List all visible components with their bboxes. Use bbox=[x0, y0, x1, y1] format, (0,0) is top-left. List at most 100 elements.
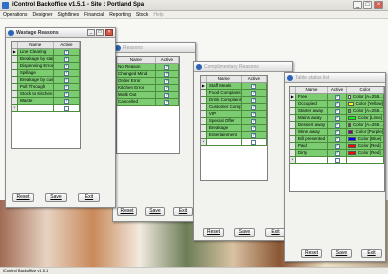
active-checkbox[interactable]: ✓ bbox=[334, 102, 340, 107]
row-name[interactable]: Walk Out bbox=[117, 92, 156, 98]
reasons-window-titlebar[interactable]: Reasons bbox=[113, 43, 195, 53]
row-active[interactable]: ✓ bbox=[53, 98, 80, 104]
exit-button[interactable]: Exit bbox=[173, 207, 193, 216]
new-row-active[interactable] bbox=[328, 157, 347, 163]
new-row[interactable]: * bbox=[290, 157, 384, 164]
new-row-active[interactable] bbox=[241, 139, 267, 145]
column-header-active[interactable]: Active bbox=[242, 76, 267, 82]
active-checkbox[interactable]: ✓ bbox=[334, 116, 340, 121]
row-color[interactable]: Color [A=255... bbox=[346, 94, 384, 100]
table-row[interactable]: ▶ Staff Meals ✓ bbox=[201, 83, 267, 90]
row-color[interactable]: Color [Blue] bbox=[346, 136, 384, 142]
column-header-name[interactable]: Name bbox=[207, 76, 242, 82]
row-active[interactable]: ✓ bbox=[53, 49, 80, 55]
table-row[interactable]: ▶ Free ✓ Color [A=255... bbox=[290, 94, 384, 101]
row-color[interactable]: Color [Red] bbox=[346, 150, 384, 156]
exit-button[interactable]: Exit bbox=[361, 249, 382, 258]
menu-designer[interactable]: Designer bbox=[32, 11, 52, 18]
active-checkbox[interactable]: ✓ bbox=[334, 95, 340, 100]
active-checkbox[interactable]: ✓ bbox=[63, 57, 69, 62]
row-name[interactable]: Dessert away bbox=[295, 122, 329, 128]
row-active[interactable]: ✓ bbox=[241, 83, 267, 89]
new-row[interactable]: * bbox=[12, 105, 80, 112]
row-name[interactable]: Staff Meals bbox=[206, 83, 242, 89]
exit-button[interactable]: Exit bbox=[78, 193, 100, 202]
table-row[interactable]: No Reason ✓ bbox=[117, 64, 179, 71]
save-button[interactable]: Save bbox=[145, 207, 165, 216]
row-active[interactable]: ✓ bbox=[53, 70, 80, 76]
column-header-active[interactable]: Active bbox=[328, 87, 347, 93]
row-name[interactable]: Bill presented bbox=[295, 136, 329, 142]
active-checkbox[interactable]: ✓ bbox=[334, 109, 340, 114]
column-header-active[interactable]: Active bbox=[54, 42, 80, 48]
row-name[interactable]: Dispensing Error bbox=[17, 63, 54, 69]
table-row[interactable]: Drink Complaint ✓ bbox=[201, 97, 267, 104]
table-row[interactable]: Special Offer ✓ bbox=[201, 118, 267, 125]
row-active[interactable]: ✓ bbox=[328, 150, 347, 156]
row-active[interactable]: ✓ bbox=[328, 143, 347, 149]
new-row-name[interactable] bbox=[206, 139, 242, 145]
column-header-name[interactable]: Name bbox=[117, 57, 156, 63]
new-row[interactable]: * bbox=[201, 139, 267, 146]
complimentary-window-titlebar[interactable]: Complimentary Reasons bbox=[194, 62, 292, 72]
row-name[interactable]: Dirty bbox=[295, 150, 329, 156]
row-active[interactable]: ✓ bbox=[155, 92, 179, 98]
row-name[interactable]: Entertainment bbox=[206, 132, 242, 138]
active-checkbox[interactable]: ✓ bbox=[251, 98, 257, 103]
row-active[interactable]: ✓ bbox=[328, 129, 347, 135]
row-name[interactable]: Paid bbox=[295, 143, 329, 149]
table-status-window-titlebar[interactable]: Table status list bbox=[285, 73, 385, 83]
row-name[interactable]: Food Complaint bbox=[206, 90, 242, 96]
new-row-color[interactable] bbox=[346, 157, 384, 163]
table-row[interactable]: Mains away ✓ Color [Lime] bbox=[290, 115, 384, 122]
menu-operations[interactable]: Operations bbox=[3, 11, 27, 18]
active-checkbox[interactable]: ✓ bbox=[251, 105, 257, 110]
active-checkbox[interactable] bbox=[63, 106, 69, 111]
active-checkbox[interactable]: ✓ bbox=[334, 130, 340, 135]
save-button[interactable]: Save bbox=[234, 228, 255, 237]
table-row[interactable]: Food Complaint ✓ bbox=[201, 90, 267, 97]
table-row[interactable]: Changed Mind ✓ bbox=[117, 71, 179, 78]
row-name[interactable]: Free bbox=[295, 94, 329, 100]
table-row[interactable]: Cancelled ✓ bbox=[117, 99, 179, 106]
menu-sightlines[interactable]: Sightlines bbox=[57, 11, 79, 18]
row-active[interactable]: ✓ bbox=[53, 91, 80, 97]
active-checkbox[interactable]: ✓ bbox=[63, 50, 69, 55]
save-button[interactable]: Save bbox=[331, 249, 352, 258]
active-checkbox[interactable]: ✓ bbox=[63, 85, 69, 90]
active-checkbox[interactable]: ✓ bbox=[164, 93, 170, 98]
table-row[interactable]: Pull Through ✓ bbox=[12, 84, 80, 91]
row-name[interactable]: Breakage by cust bbox=[17, 77, 54, 83]
active-checkbox[interactable]: ✓ bbox=[63, 99, 69, 104]
active-checkbox[interactable]: ✓ bbox=[63, 64, 69, 69]
active-checkbox[interactable]: ✓ bbox=[251, 126, 257, 131]
row-name[interactable]: Order Error bbox=[117, 78, 156, 84]
row-name[interactable]: Starter away bbox=[295, 108, 329, 114]
row-color[interactable]: Color [Yellow] bbox=[346, 101, 384, 107]
table-row[interactable]: Wine away ✓ Color [Purple] bbox=[290, 129, 384, 136]
exit-button[interactable]: Exit bbox=[265, 228, 286, 237]
row-name[interactable]: Line Clearing bbox=[17, 49, 54, 55]
row-name[interactable]: Changed Mind bbox=[117, 71, 156, 77]
active-checkbox[interactable]: ✓ bbox=[334, 137, 340, 142]
table-row[interactable]: Bill presented ✓ Color [Blue] bbox=[290, 136, 384, 143]
row-active[interactable]: ✓ bbox=[155, 78, 179, 84]
row-name[interactable]: Customer Complaint bbox=[206, 104, 242, 110]
row-name[interactable]: Wine away bbox=[295, 129, 329, 135]
row-active[interactable]: ✓ bbox=[328, 94, 347, 100]
row-active[interactable]: ✓ bbox=[155, 71, 179, 77]
active-checkbox[interactable]: ✓ bbox=[334, 144, 340, 149]
save-button[interactable]: Save bbox=[45, 193, 67, 202]
row-name[interactable]: Mains away bbox=[295, 115, 329, 121]
column-header-name[interactable]: Name bbox=[296, 87, 329, 93]
row-active[interactable]: ✓ bbox=[241, 97, 267, 103]
column-header-name[interactable]: Name bbox=[18, 42, 54, 48]
active-checkbox[interactable]: ✓ bbox=[164, 79, 170, 84]
new-row-name[interactable] bbox=[295, 157, 329, 163]
row-active[interactable]: ✓ bbox=[328, 101, 347, 107]
table-row[interactable]: Order Error ✓ bbox=[117, 78, 179, 85]
reset-button[interactable]: Reset bbox=[301, 249, 322, 258]
row-name[interactable]: Drink Complaint bbox=[206, 97, 242, 103]
reset-button[interactable]: Reset bbox=[12, 193, 34, 202]
active-checkbox[interactable]: ✓ bbox=[251, 84, 257, 89]
